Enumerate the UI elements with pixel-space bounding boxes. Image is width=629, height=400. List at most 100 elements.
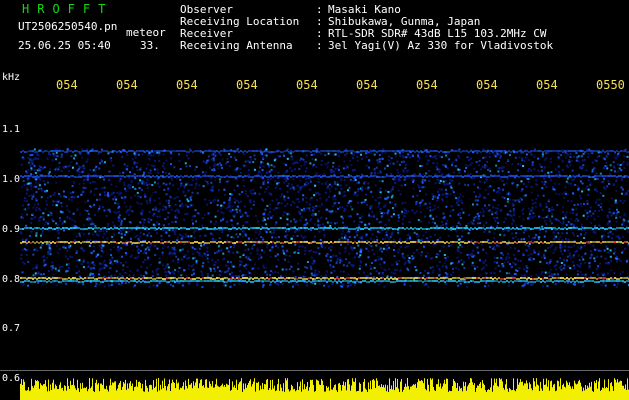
spectrogram-pixel	[92, 181, 95, 184]
spectrogram-pixel	[185, 165, 188, 168]
spectrogram-pixel	[62, 175, 64, 177]
spectrogram-pixel	[534, 215, 537, 218]
spectrogram-pixel	[126, 153, 129, 156]
spectrogram-pixel	[405, 212, 408, 215]
spectrogram-pixel	[120, 232, 123, 235]
spectrogram-pixel	[228, 228, 230, 230]
spectrogram-pixel	[607, 235, 610, 238]
spectrogram-pixel	[120, 255, 123, 258]
spectrogram-pixel	[259, 186, 262, 189]
spectrogram-pixel	[174, 150, 176, 152]
spectrogram-pixel	[66, 175, 68, 177]
spectrogram-pixel	[485, 221, 488, 224]
spectrogram-pixel	[313, 274, 316, 277]
spectrogram-pixel	[619, 273, 622, 276]
spectrogram-pixel	[333, 269, 336, 272]
spectrogram-pixel	[424, 179, 427, 182]
spectrogram-pixel	[504, 204, 507, 207]
spectrogram-pixel	[308, 228, 310, 230]
spectrogram-pixel	[137, 202, 140, 205]
spectrogram-pixel	[290, 183, 293, 186]
spectrogram-pixel	[174, 233, 177, 236]
spectrogram-pixel	[432, 150, 434, 152]
spectrogram-pixel	[262, 183, 265, 186]
spectrogram-pixel	[204, 179, 207, 182]
spectrogram-pixel	[423, 186, 426, 189]
spectrogram-pixel	[158, 261, 161, 264]
spectrogram-pixel	[476, 246, 479, 249]
spectrogram-pixel	[556, 204, 559, 207]
spectrogram-pixel	[478, 150, 480, 152]
spectrogram-pixel	[311, 274, 314, 277]
spectrogram-pixel	[55, 158, 58, 161]
spectrogram-pixel	[107, 222, 110, 225]
spectrogram-pixel	[582, 214, 585, 217]
spectrogram-pixel	[600, 181, 603, 184]
spectrogram-pixel	[111, 256, 114, 259]
spectrogram-pixel	[122, 227, 124, 229]
spectrogram-pixel	[257, 267, 260, 270]
spectrogram-pixel	[615, 216, 618, 219]
spectrogram-pixel	[487, 284, 490, 287]
spectrogram-pixel	[389, 235, 392, 238]
spectrogram-pixel	[152, 175, 154, 177]
spectrogram-pixel	[333, 181, 336, 184]
spectrogram-pixel	[472, 223, 475, 226]
spectrogram-pixel	[390, 201, 393, 204]
spectrogram-pixel	[524, 156, 527, 159]
spectrogram-pixel	[209, 201, 212, 204]
spectrogram-pixel	[245, 263, 248, 266]
spectrogram-pixel	[466, 253, 469, 256]
spectrogram-pixel	[354, 179, 357, 182]
spectrogram-pixel	[369, 205, 372, 208]
spectrogram-pixel	[43, 183, 46, 186]
spectrogram-pixel	[592, 212, 595, 215]
spectrogram-pixel	[603, 186, 606, 189]
spectrogram-pixel	[133, 161, 136, 164]
spectrogram-pixel	[216, 204, 219, 207]
spectrogram-pixel	[481, 165, 484, 168]
y-tick-label: 0.9	[2, 224, 21, 235]
spectrogram-pixel	[266, 162, 269, 165]
spectrogram-pixel	[419, 239, 422, 242]
spectrogram-pixel	[583, 233, 586, 236]
spectrogram-pixel	[51, 204, 54, 207]
spectrogram-pixel	[305, 218, 308, 221]
spectrogram-pixel	[476, 186, 479, 189]
spectrogram-pixel	[293, 201, 296, 204]
spectrogram-pixel	[348, 150, 350, 152]
spectrogram-pixel	[581, 182, 584, 185]
spectrogram-pixel	[254, 150, 256, 152]
spectrogram-pixel	[531, 236, 534, 239]
spectrogram-pixel	[117, 250, 120, 253]
spectrogram-pixel	[194, 227, 196, 229]
spectrogram-pixel	[478, 175, 480, 177]
spectrogram-pixel	[562, 211, 565, 214]
spectrogram-pixel	[289, 204, 292, 207]
spectrogram-pixel	[104, 194, 107, 197]
spectrogram-pixel	[424, 175, 426, 177]
spectrogram-pixel	[53, 191, 56, 194]
spectrogram-pixel	[558, 150, 560, 152]
spectrogram-pixel	[366, 175, 368, 177]
spectrogram-pixel	[77, 195, 80, 198]
spectrogram-pixel	[58, 248, 61, 251]
spectrogram-pixel	[234, 150, 236, 152]
spectrogram-pixel	[186, 154, 189, 157]
spectrogram-pixel	[277, 201, 280, 204]
spectrogram-pixel	[103, 178, 106, 181]
spectrogram-pixel	[138, 175, 140, 177]
spectrogram-pixel	[473, 270, 476, 273]
spectrogram-pixel	[165, 265, 168, 268]
spectrogram-pixel	[444, 165, 447, 168]
spectrogram-pixel	[537, 169, 540, 172]
spectrogram-pixel	[496, 190, 499, 193]
spectrogram-pixel	[454, 165, 457, 168]
spectrogram-pixel	[37, 157, 40, 160]
spectrogram-pixel	[560, 245, 563, 248]
spectrogram-pixel	[281, 282, 284, 285]
spectrogram-pixel	[510, 175, 512, 177]
spectrogram-pixel	[33, 148, 36, 151]
spectrogram-pixel	[293, 168, 296, 171]
spectrogram-pixel	[332, 228, 334, 230]
